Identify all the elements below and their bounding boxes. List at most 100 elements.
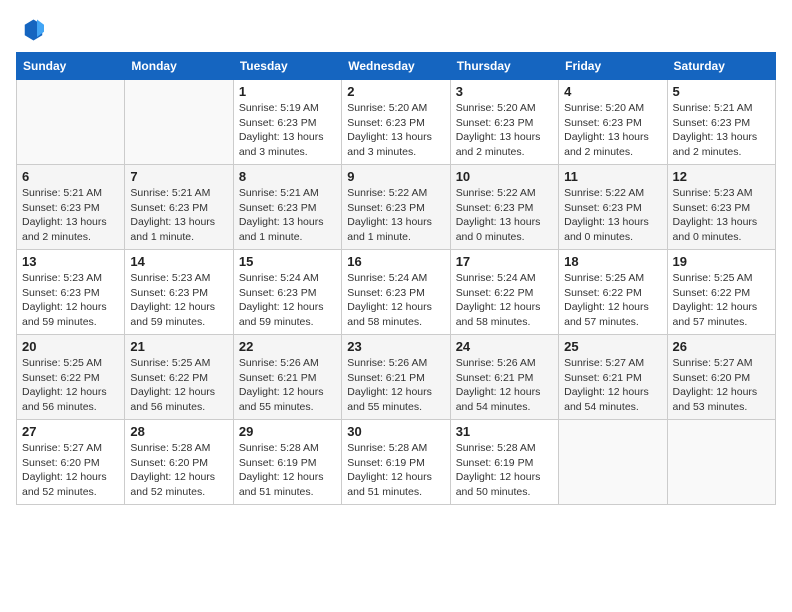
day-info: Sunrise: 5:25 AM Sunset: 6:22 PM Dayligh…: [22, 356, 119, 415]
calendar-cell: [667, 420, 775, 505]
calendar-cell: 13 Sunrise: 5:23 AM Sunset: 6:23 PM Dayli…: [17, 250, 125, 335]
day-info: Sunrise: 5:27 AM Sunset: 6:20 PM Dayligh…: [673, 356, 770, 415]
day-number: 8: [239, 169, 336, 184]
day-info: Sunrise: 5:22 AM Sunset: 6:23 PM Dayligh…: [456, 186, 553, 245]
day-header-sunday: Sunday: [17, 53, 125, 80]
calendar-cell: 22 Sunrise: 5:26 AM Sunset: 6:21 PM Dayli…: [233, 335, 341, 420]
day-info: Sunrise: 5:20 AM Sunset: 6:23 PM Dayligh…: [456, 101, 553, 160]
calendar-cell: 8Sunrise: 5:21 AM Sunset: 6:23 PM Daylig…: [233, 165, 341, 250]
day-number: 7: [130, 169, 227, 184]
day-info: Sunrise: 5:24 AM Sunset: 6:23 PM Dayligh…: [239, 271, 336, 330]
day-number: 12: [673, 169, 770, 184]
day-number: 10: [456, 169, 553, 184]
calendar-cell: 29 Sunrise: 5:28 AM Sunset: 6:19 PM Dayli…: [233, 420, 341, 505]
calendar-cell: 30 Sunrise: 5:28 AM Sunset: 6:19 PM Dayli…: [342, 420, 450, 505]
calendar-cell: 10 Sunrise: 5:22 AM Sunset: 6:23 PM Dayli…: [450, 165, 558, 250]
calendar-cell: 9 Sunrise: 5:22 AM Sunset: 6:23 PM Daylig…: [342, 165, 450, 250]
week-row-1: 1Sunrise: 5:19 AM Sunset: 6:23 PM Daylig…: [17, 80, 776, 165]
day-number: 25: [564, 339, 661, 354]
day-header-wednesday: Wednesday: [342, 53, 450, 80]
calendar-cell: [125, 80, 233, 165]
week-row-5: 27Sunrise: 5:27 AM Sunset: 6:20 PM Dayli…: [17, 420, 776, 505]
day-header-tuesday: Tuesday: [233, 53, 341, 80]
day-info: Sunrise: 5:26 AM Sunset: 6:21 PM Dayligh…: [456, 356, 553, 415]
day-info: Sunrise: 5:22 AM Sunset: 6:23 PM Dayligh…: [347, 186, 444, 245]
day-number: 30: [347, 424, 444, 439]
day-number: 28: [130, 424, 227, 439]
calendar-cell: [559, 420, 667, 505]
calendar-cell: 15 Sunrise: 5:24 AM Sunset: 6:23 PM Dayli…: [233, 250, 341, 335]
calendar-cell: 19 Sunrise: 5:25 AM Sunset: 6:22 PM Dayli…: [667, 250, 775, 335]
day-number: 26: [673, 339, 770, 354]
day-info: Sunrise: 5:26 AM Sunset: 6:21 PM Dayligh…: [239, 356, 336, 415]
day-info: Sunrise: 5:28 AM Sunset: 6:19 PM Dayligh…: [239, 441, 336, 500]
calendar-cell: 31Sunrise: 5:28 AM Sunset: 6:19 PM Dayli…: [450, 420, 558, 505]
day-number: 16: [347, 254, 444, 269]
day-info: Sunrise: 5:20 AM Sunset: 6:23 PM Dayligh…: [564, 101, 661, 160]
day-number: 29: [239, 424, 336, 439]
day-info: Sunrise: 5:22 AM Sunset: 6:23 PM Dayligh…: [564, 186, 661, 245]
day-number: 19: [673, 254, 770, 269]
calendar-cell: 23 Sunrise: 5:26 AM Sunset: 6:21 PM Dayli…: [342, 335, 450, 420]
day-info: Sunrise: 5:28 AM Sunset: 6:20 PM Dayligh…: [130, 441, 227, 500]
day-number: 9: [347, 169, 444, 184]
calendar-cell: 1Sunrise: 5:19 AM Sunset: 6:23 PM Daylig…: [233, 80, 341, 165]
calendar-cell: 14Sunrise: 5:23 AM Sunset: 6:23 PM Dayli…: [125, 250, 233, 335]
day-number: 3: [456, 84, 553, 99]
calendar-cell: 7Sunrise: 5:21 AM Sunset: 6:23 PM Daylig…: [125, 165, 233, 250]
day-number: 24: [456, 339, 553, 354]
day-info: Sunrise: 5:25 AM Sunset: 6:22 PM Dayligh…: [130, 356, 227, 415]
day-number: 22: [239, 339, 336, 354]
day-header-friday: Friday: [559, 53, 667, 80]
week-row-3: 13 Sunrise: 5:23 AM Sunset: 6:23 PM Dayli…: [17, 250, 776, 335]
calendar-cell: 25 Sunrise: 5:27 AM Sunset: 6:21 PM Dayli…: [559, 335, 667, 420]
day-number: 4: [564, 84, 661, 99]
calendar-table: SundayMondayTuesdayWednesdayThursdayFrid…: [16, 52, 776, 505]
calendar-cell: 5 Sunrise: 5:21 AM Sunset: 6:23 PM Daylig…: [667, 80, 775, 165]
day-info: Sunrise: 5:25 AM Sunset: 6:22 PM Dayligh…: [564, 271, 661, 330]
day-info: Sunrise: 5:24 AM Sunset: 6:23 PM Dayligh…: [347, 271, 444, 330]
day-info: Sunrise: 5:27 AM Sunset: 6:20 PM Dayligh…: [22, 441, 119, 500]
calendar-cell: 27Sunrise: 5:27 AM Sunset: 6:20 PM Dayli…: [17, 420, 125, 505]
header-row: SundayMondayTuesdayWednesdayThursdayFrid…: [17, 53, 776, 80]
day-number: 31: [456, 424, 553, 439]
calendar-cell: [17, 80, 125, 165]
week-row-2: 6Sunrise: 5:21 AM Sunset: 6:23 PM Daylig…: [17, 165, 776, 250]
day-number: 2: [347, 84, 444, 99]
day-number: 21: [130, 339, 227, 354]
day-number: 23: [347, 339, 444, 354]
day-info: Sunrise: 5:28 AM Sunset: 6:19 PM Dayligh…: [347, 441, 444, 500]
calendar-cell: 26 Sunrise: 5:27 AM Sunset: 6:20 PM Dayli…: [667, 335, 775, 420]
day-number: 15: [239, 254, 336, 269]
calendar-cell: 21 Sunrise: 5:25 AM Sunset: 6:22 PM Dayli…: [125, 335, 233, 420]
day-info: Sunrise: 5:24 AM Sunset: 6:22 PM Dayligh…: [456, 271, 553, 330]
calendar-cell: 2 Sunrise: 5:20 AM Sunset: 6:23 PM Daylig…: [342, 80, 450, 165]
week-row-4: 20Sunrise: 5:25 AM Sunset: 6:22 PM Dayli…: [17, 335, 776, 420]
day-info: Sunrise: 5:23 AM Sunset: 6:23 PM Dayligh…: [22, 271, 119, 330]
day-info: Sunrise: 5:27 AM Sunset: 6:21 PM Dayligh…: [564, 356, 661, 415]
day-number: 17: [456, 254, 553, 269]
day-info: Sunrise: 5:21 AM Sunset: 6:23 PM Dayligh…: [22, 186, 119, 245]
day-info: Sunrise: 5:21 AM Sunset: 6:23 PM Dayligh…: [673, 101, 770, 160]
day-info: Sunrise: 5:25 AM Sunset: 6:22 PM Dayligh…: [673, 271, 770, 330]
calendar-cell: 12Sunrise: 5:23 AM Sunset: 6:23 PM Dayli…: [667, 165, 775, 250]
calendar-cell: 18 Sunrise: 5:25 AM Sunset: 6:22 PM Dayli…: [559, 250, 667, 335]
day-number: 5: [673, 84, 770, 99]
calendar-cell: 11 Sunrise: 5:22 AM Sunset: 6:23 PM Dayli…: [559, 165, 667, 250]
calendar-cell: 4 Sunrise: 5:20 AM Sunset: 6:23 PM Daylig…: [559, 80, 667, 165]
day-number: 11: [564, 169, 661, 184]
calendar-cell: 20Sunrise: 5:25 AM Sunset: 6:22 PM Dayli…: [17, 335, 125, 420]
calendar-cell: 17 Sunrise: 5:24 AM Sunset: 6:22 PM Dayli…: [450, 250, 558, 335]
day-number: 13: [22, 254, 119, 269]
day-number: 18: [564, 254, 661, 269]
day-header-monday: Monday: [125, 53, 233, 80]
calendar-cell: 28 Sunrise: 5:28 AM Sunset: 6:20 PM Dayli…: [125, 420, 233, 505]
day-header-thursday: Thursday: [450, 53, 558, 80]
day-info: Sunrise: 5:20 AM Sunset: 6:23 PM Dayligh…: [347, 101, 444, 160]
logo: [16, 16, 48, 44]
day-header-saturday: Saturday: [667, 53, 775, 80]
day-info: Sunrise: 5:19 AM Sunset: 6:23 PM Dayligh…: [239, 101, 336, 160]
calendar-cell: 3 Sunrise: 5:20 AM Sunset: 6:23 PM Daylig…: [450, 80, 558, 165]
day-info: Sunrise: 5:26 AM Sunset: 6:21 PM Dayligh…: [347, 356, 444, 415]
logo-icon: [16, 16, 44, 44]
